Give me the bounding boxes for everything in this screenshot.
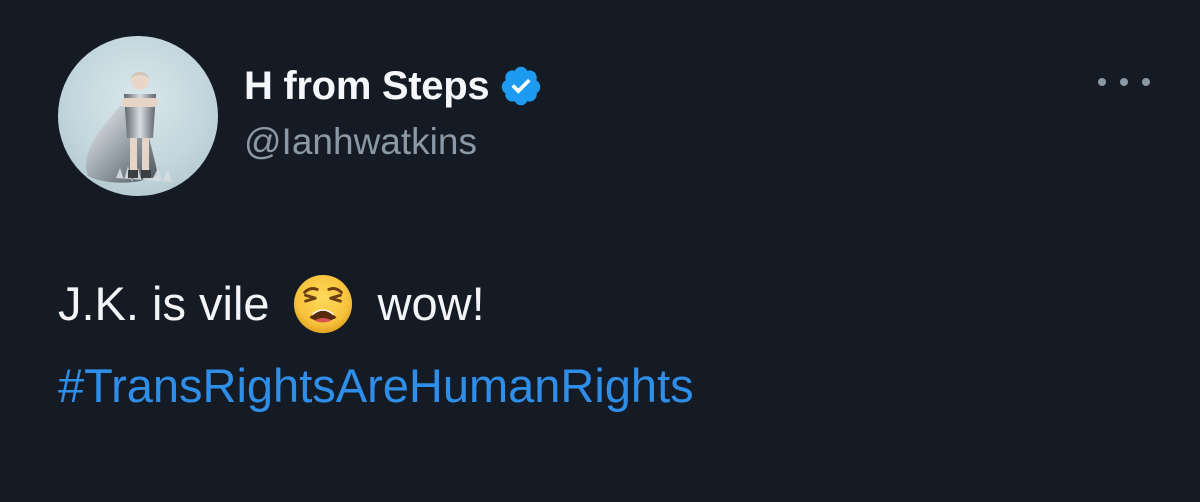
hashtag-link[interactable]: #TransRightsAreHumanRights bbox=[58, 354, 694, 418]
weary-face-emoji-icon bbox=[292, 273, 354, 335]
author-name-row: H from Steps bbox=[244, 60, 543, 112]
ellipsis-icon-dot bbox=[1098, 78, 1106, 86]
author-display-name[interactable]: H from Steps bbox=[244, 60, 490, 112]
author-handle[interactable]: @Ianhwatkins bbox=[244, 118, 477, 166]
avatar-photo bbox=[86, 72, 172, 183]
author-avatar[interactable] bbox=[58, 36, 218, 196]
verified-badge-icon bbox=[499, 64, 543, 108]
tweet-text-part: wow! bbox=[377, 277, 485, 330]
tweet-card: H from Steps @Ianhwatkins J.K. is vile w… bbox=[0, 0, 1200, 502]
ellipsis-icon-dot bbox=[1120, 78, 1128, 86]
tweet-text-part: J.K. is vile bbox=[58, 277, 270, 330]
more-options-button[interactable] bbox=[1098, 70, 1150, 94]
tweet-text: J.K. is vile wow! bbox=[58, 272, 485, 336]
ellipsis-icon-dot bbox=[1142, 78, 1150, 86]
